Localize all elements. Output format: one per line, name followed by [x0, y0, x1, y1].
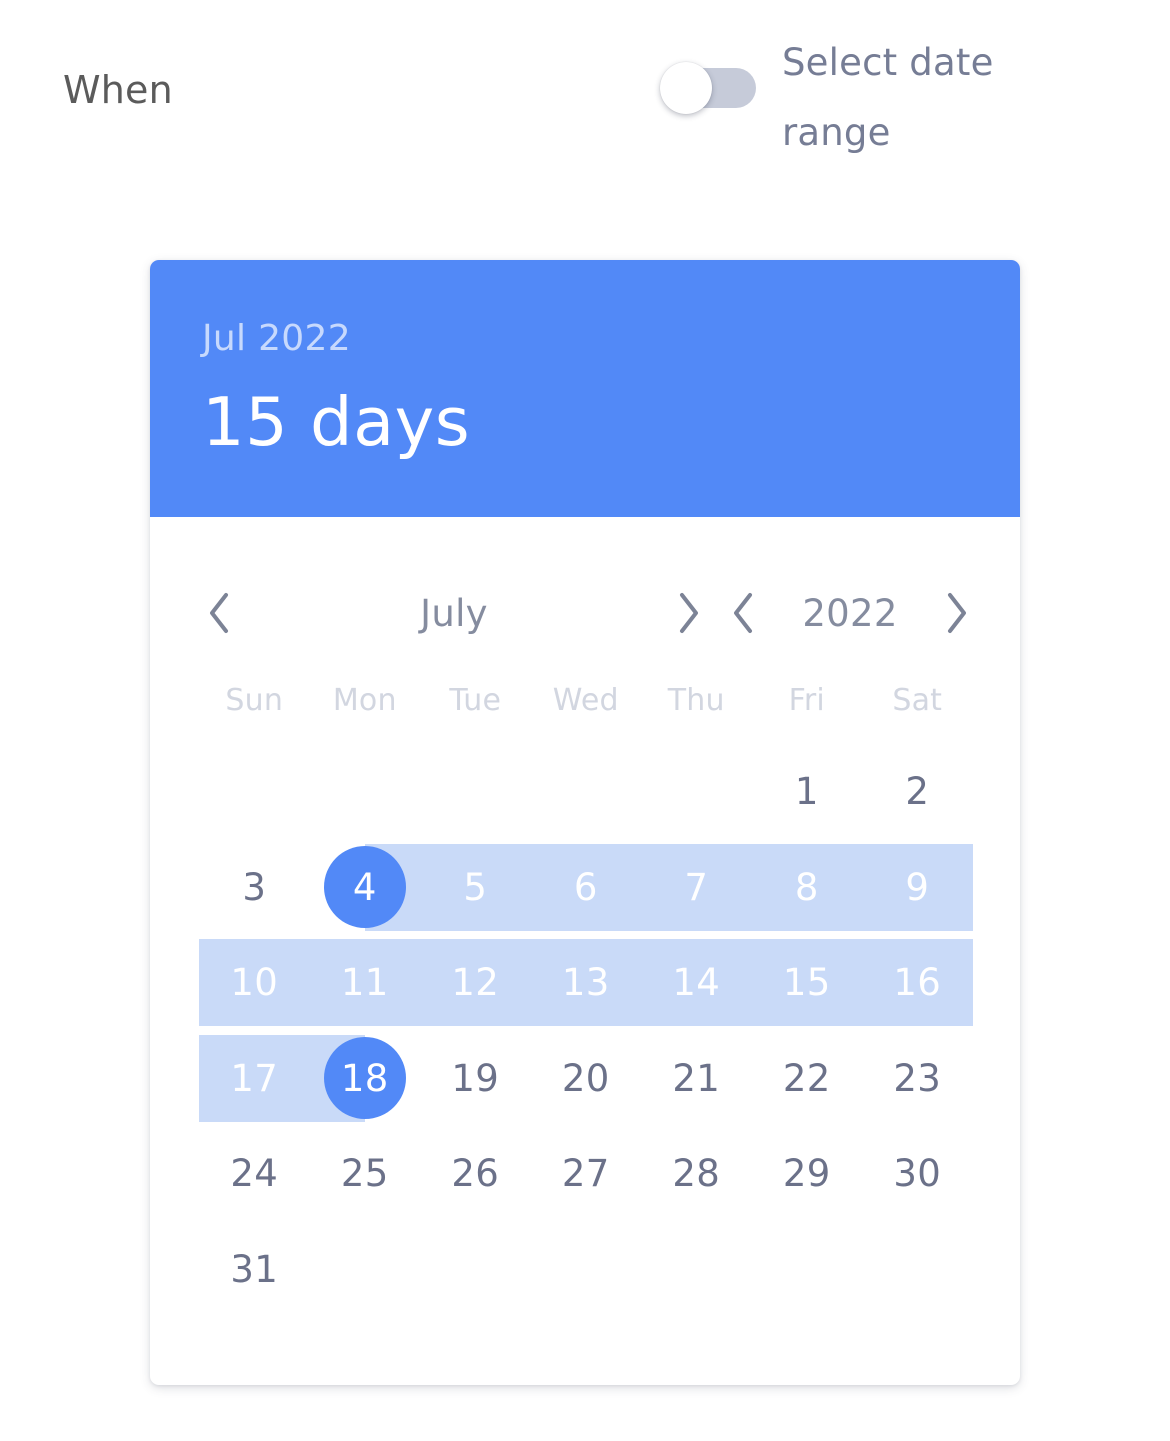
calendar-day-3[interactable]: 3 [199, 840, 310, 936]
weekday-tue: Tue [449, 683, 502, 718]
calendar-week-row: 10 11 12 13 14 15 16 [199, 935, 1020, 1031]
calendar-day-empty [862, 1222, 973, 1318]
calendar-day-empty [531, 744, 642, 840]
select-date-range-toggle[interactable] [660, 62, 756, 114]
calendar-week-row: 17 18 19 20 21 22 23 [199, 1031, 1020, 1127]
calendar-week-row: 3456789 [199, 840, 1020, 936]
calendar-day-14[interactable]: 14 [641, 935, 752, 1031]
calendar-day-empty [531, 1222, 642, 1318]
month-next-button[interactable] [662, 583, 716, 643]
when-label: When [63, 68, 173, 112]
weekday-sat: Sat [892, 683, 943, 718]
calendar-day-10[interactable]: 10 [199, 935, 310, 1031]
calendar-day-empty [310, 744, 421, 840]
calendar-day-4-selected[interactable]: 4 [310, 840, 421, 936]
weekday-fri: Fri [788, 683, 825, 718]
calendar-day-empty [641, 744, 752, 840]
calendar-day-9[interactable]: 9 [862, 840, 973, 936]
month-prev-button[interactable] [192, 583, 246, 643]
calendar-day-empty [752, 1222, 863, 1318]
calendar-day-11[interactable]: 11 [310, 935, 421, 1031]
chevron-right-icon [677, 592, 701, 634]
calendar-header: Jul 2022 15 days [150, 260, 1020, 517]
calendar-day-30[interactable]: 30 [862, 1126, 973, 1222]
calendar-week-row: 12 [199, 744, 1020, 840]
calendar-day-21[interactable]: 21 [641, 1031, 752, 1127]
calendar-day-19[interactable]: 19 [420, 1031, 531, 1127]
chevron-left-icon [207, 592, 231, 634]
weekday-sun: Sun [225, 683, 284, 718]
calendar-day-7[interactable]: 7 [641, 840, 752, 936]
calendar-day-22[interactable]: 22 [752, 1031, 863, 1127]
chevron-left-icon [731, 592, 755, 634]
calendar-day-25[interactable]: 25 [310, 1126, 421, 1222]
calendar-day-31[interactable]: 31 [199, 1222, 310, 1318]
calendar-day-empty [310, 1222, 421, 1318]
weekday-mon: Mon [332, 683, 397, 718]
calendar-day-20[interactable]: 20 [531, 1031, 642, 1127]
calendar-day-2[interactable]: 2 [862, 744, 973, 840]
calendar-day-15[interactable]: 15 [752, 935, 863, 1031]
calendar-day-empty [199, 744, 310, 840]
calendar-day-empty [420, 1222, 531, 1318]
month-label[interactable]: July [246, 592, 662, 635]
calendar-header-title: 15 days [202, 383, 471, 461]
calendar-card: Jul 2022 15 days July 2022 Sun Mon Tue W… [150, 260, 1020, 1385]
calendar-day-13[interactable]: 13 [531, 935, 642, 1031]
weekday-wed: Wed [552, 683, 619, 718]
calendar-day-26[interactable]: 26 [420, 1126, 531, 1222]
calendar-day-8[interactable]: 8 [752, 840, 863, 936]
calendar-weekday-header: Sun Mon Tue Wed Thu Fri Sat [199, 683, 1020, 718]
calendar-day-6[interactable]: 6 [531, 840, 642, 936]
year-next-button[interactable] [930, 583, 984, 643]
calendar-day-18-selected[interactable]: 18 [310, 1031, 421, 1127]
calendar-header-subtitle: Jul 2022 [202, 318, 351, 359]
calendar-week-row: 24 25 26 27 28 29 30 [199, 1126, 1020, 1222]
calendar-day-16[interactable]: 16 [862, 935, 973, 1031]
calendar-day-23[interactable]: 23 [862, 1031, 973, 1127]
calendar-day-17[interactable]: 17 [199, 1031, 310, 1127]
toggle-knob[interactable] [660, 62, 712, 114]
calendar-week-row: 31 [199, 1222, 1020, 1318]
calendar-day-1[interactable]: 1 [752, 744, 863, 840]
calendar-day-27[interactable]: 27 [531, 1126, 642, 1222]
calendar-day-empty [641, 1222, 752, 1318]
calendar-navigation: July 2022 [150, 565, 1020, 661]
calendar-day-empty [420, 744, 531, 840]
year-prev-button[interactable] [716, 583, 770, 643]
calendar-day-grid: 1 2 3 4 5 6 7 8 9 10 11 12 13 14 15 16 17 18 19 20 21 22 23 24 2… [199, 744, 1020, 1317]
calendar-day-24[interactable]: 24 [199, 1126, 310, 1222]
select-date-range-label: Select date range [782, 41, 994, 154]
calendar-day-5[interactable]: 5 [420, 840, 531, 936]
select-date-range-control: Select date range [660, 28, 1060, 168]
calendar-day-28[interactable]: 28 [641, 1126, 752, 1222]
chevron-right-icon [945, 592, 969, 634]
calendar-body: July 2022 Sun Mon Tue Wed Thu Fri Sat 1 … [150, 565, 1020, 1317]
year-label[interactable]: 2022 [770, 592, 930, 635]
calendar-day-29[interactable]: 29 [752, 1126, 863, 1222]
weekday-thu: Thu [667, 683, 725, 718]
date-picker-screen: When Select date range Jul 2022 15 days [0, 0, 1170, 1441]
calendar-day-12[interactable]: 12 [420, 935, 531, 1031]
